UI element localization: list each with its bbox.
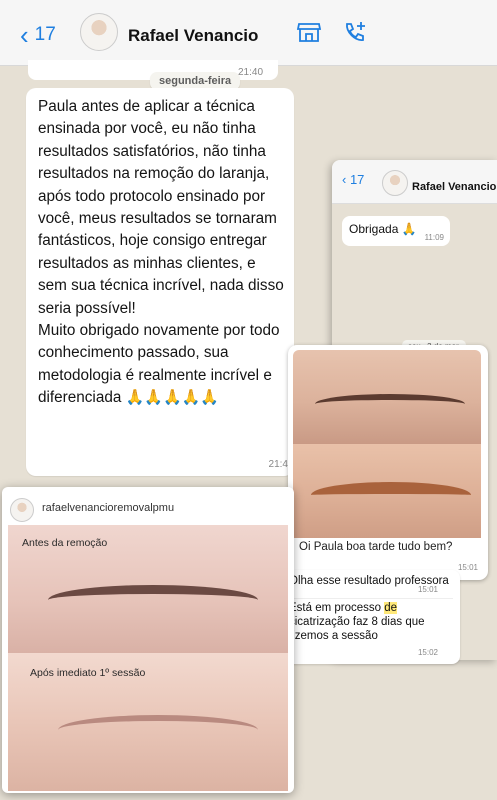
avatar[interactable] <box>10 498 34 522</box>
username[interactable]: rafaelvenancioremovalpmu <box>42 502 174 514</box>
avatar[interactable] <box>80 13 118 51</box>
message-bubble[interactable]: Obrigada 🙏 11:09 <box>342 216 450 246</box>
message-time: 21:4 <box>268 459 288 470</box>
unread-count: 17 <box>34 24 56 45</box>
contact-name[interactable]: Rafael Venancio <box>412 181 496 193</box>
eyebrow-photo[interactable] <box>293 444 481 538</box>
previous-message-time: 21:40 <box>238 67 264 78</box>
highlighted-word: de <box>384 602 398 614</box>
message-time: 15:01 <box>417 585 438 594</box>
back-button[interactable]: ‹ 17 <box>20 22 56 48</box>
photo-message[interactable]: Oi Paula boa tarde tudo bem? 15:01 <box>288 345 488 580</box>
store-icon[interactable] <box>296 20 322 44</box>
avatar[interactable] <box>382 170 408 196</box>
message-text-2: Muito obrigado novamente por todo conhec… <box>38 322 280 407</box>
message-time: 11:09 <box>424 233 444 242</box>
eyebrow-photo[interactable] <box>293 350 481 444</box>
message-time: 15:02 <box>417 648 438 657</box>
message-bubble[interactable]: Olha esse resultado professora 15:01 Est… <box>282 570 460 664</box>
message-bubble[interactable]: Paula antes de aplicar a técnica ensinad… <box>26 88 294 476</box>
after-photo[interactable]: Após imediato 1º sessão <box>8 653 288 791</box>
photo-caption: Oi Paula boa tarde tudo bem? <box>299 541 453 553</box>
add-call-icon[interactable] <box>342 20 368 46</box>
message-text: Paula antes de aplicar a técnica ensinad… <box>38 98 284 317</box>
before-photo[interactable]: Antes da remoção <box>8 525 288 653</box>
chevron-left-icon: ‹ <box>20 20 29 50</box>
contact-name[interactable]: Rafael Venancio <box>128 26 258 46</box>
instagram-post: rafaelvenancioremovalpmu Antes da remoçã… <box>2 487 294 793</box>
chat-header: ‹ 17 Rafael Venancio <box>0 0 497 66</box>
before-label: Antes da remoção <box>22 537 108 549</box>
praying-hands-emoji: 🙏🙏🙏🙏🙏 <box>125 389 219 407</box>
chat-header: ‹ 17 Rafael Venancio <box>332 160 497 204</box>
after-label: Após imediato 1º sessão <box>30 667 146 679</box>
back-button[interactable]: ‹ 17 <box>342 172 364 187</box>
message-time: 15:01 <box>457 563 478 572</box>
